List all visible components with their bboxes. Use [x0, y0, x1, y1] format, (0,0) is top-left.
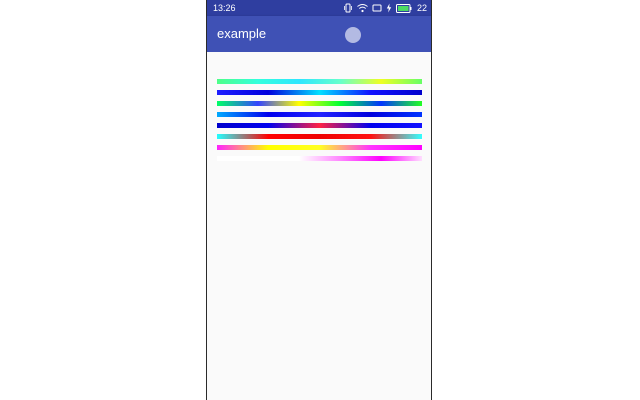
gradient-bar-2 — [217, 90, 422, 95]
vibrate-icon — [343, 3, 353, 13]
content-area — [207, 52, 431, 400]
battery-level: 22 — [416, 3, 427, 13]
gradient-bar-5 — [217, 123, 422, 128]
status-icons: 22 — [343, 0, 427, 16]
status-time: 13:26 — [213, 3, 236, 13]
gradient-bar-3 — [217, 101, 422, 106]
cast-icon — [372, 3, 382, 13]
touch-indicator — [345, 27, 361, 43]
wifi-icon — [357, 3, 368, 13]
gradient-bar-8 — [217, 156, 422, 161]
gradient-bar-6 — [217, 134, 422, 139]
phone-frame: 13:26 22 example — [206, 0, 432, 400]
gradient-bar-1 — [217, 79, 422, 84]
app-bar: example — [207, 16, 431, 52]
battery-icon — [395, 3, 412, 13]
charging-icon — [386, 3, 392, 13]
screen: 13:26 22 example — [0, 0, 640, 400]
gradient-bar-7 — [217, 145, 422, 150]
app-title: example — [217, 26, 267, 41]
status-bar: 13:26 22 — [207, 0, 431, 16]
gradient-bar-list — [217, 79, 422, 167]
gradient-bar-4 — [217, 112, 422, 117]
